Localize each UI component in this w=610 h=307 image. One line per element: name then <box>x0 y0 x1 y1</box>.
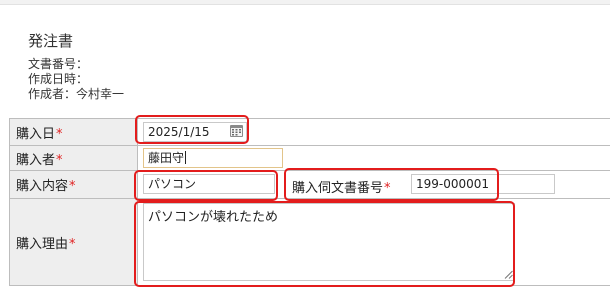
purchase-date-input[interactable]: 2025/1/15 <box>143 122 247 142</box>
document-title: 発注書 <box>28 32 74 50</box>
purchaser-input[interactable]: 藤田守 <box>143 148 283 168</box>
purchase-reason-value: パソコンが壊れたため <box>148 210 279 225</box>
purchaser-label-cell: 購入者* <box>9 145 138 171</box>
inquiry-doc-number-label: 購入伺文書番号 <box>292 181 384 196</box>
author-label: 作成者：今村幸一 <box>28 87 125 101</box>
document-number-label: 文書番号： <box>28 57 89 71</box>
resize-grip-icon[interactable] <box>504 270 513 279</box>
required-mark: * <box>384 181 391 196</box>
purchaser-value-cell: 藤田守 <box>137 145 610 171</box>
purchase-date-label-cell: 購入日* <box>9 118 138 146</box>
required-mark: * <box>69 179 76 194</box>
calendar-icon[interactable] <box>230 125 243 137</box>
purchase-content-input[interactable]: パソコン <box>143 174 275 194</box>
created-date-label: 作成日時： <box>28 72 89 86</box>
form-row-purchaser: 購入者* 藤田守 <box>9 145 610 171</box>
required-mark: * <box>56 152 63 168</box>
purchaser-value: 藤田守 <box>148 151 185 165</box>
order-form-table: 購入日* 2025/1/15 購入者* 藤田守 購入内容* パソコン 購入伺文書… <box>9 118 610 286</box>
inquiry-doc-number-input[interactable]: 199-000001 <box>411 174 555 194</box>
inquiry-doc-number-label-wrap: 購入伺文書番号* <box>292 177 391 196</box>
purchase-content-value-cell: パソコン 購入伺文書番号* 199-000001 <box>137 170 610 199</box>
inquiry-doc-number-value: 199-000001 <box>416 177 490 191</box>
purchase-reason-textarea[interactable]: パソコンが壊れたため <box>143 203 515 281</box>
purchase-content-value: パソコン <box>148 177 197 191</box>
top-bar <box>0 0 610 5</box>
purchase-date-label: 購入日 <box>16 126 56 142</box>
required-mark: * <box>56 126 63 142</box>
purchase-date-value-cell: 2025/1/15 <box>137 118 610 146</box>
purchase-content-label: 購入内容 <box>16 179 69 194</box>
calendar-icon-graphic <box>231 126 242 136</box>
purchaser-label: 購入者 <box>16 152 56 168</box>
form-row-purchase-date: 購入日* 2025/1/15 <box>9 118 610 146</box>
purchase-content-label-cell: 購入内容* <box>9 170 138 199</box>
purchase-reason-label: 購入理由 <box>16 236 69 252</box>
form-row-purchase-content: 購入内容* パソコン 購入伺文書番号* 199-000001 <box>9 170 610 199</box>
required-mark: * <box>69 236 76 252</box>
text-caret <box>185 151 187 164</box>
purchase-reason-label-cell: 購入理由* <box>9 198 138 286</box>
purchase-date-value: 2025/1/15 <box>148 125 210 139</box>
form-row-purchase-reason: 購入理由* パソコンが壊れたため <box>9 198 610 286</box>
purchase-reason-value-cell: パソコンが壊れたため <box>137 198 610 286</box>
